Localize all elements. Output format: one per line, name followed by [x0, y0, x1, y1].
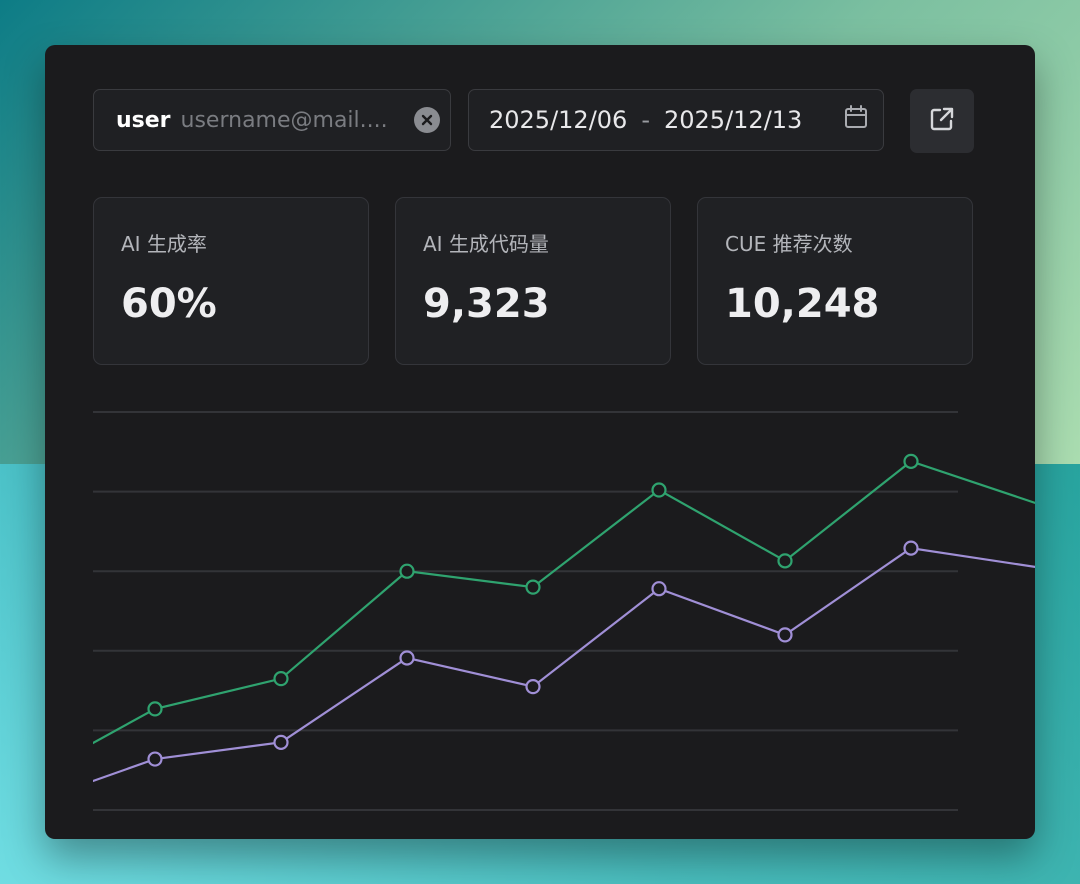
- close-circle-icon[interactable]: [414, 107, 440, 133]
- filter-toolbar: user username@mail.... 2025/12/06 - 2025…: [93, 89, 975, 153]
- calendar-icon[interactable]: [843, 104, 869, 136]
- data-point[interactable]: [651, 581, 667, 597]
- data-point[interactable]: [651, 482, 667, 498]
- date-end[interactable]: 2025/12/13: [664, 106, 802, 134]
- dashboard-panel: user username@mail.... 2025/12/06 - 2025…: [45, 45, 1035, 839]
- metric-value: 60%: [121, 281, 217, 327]
- data-point[interactable]: [903, 540, 919, 556]
- data-point[interactable]: [273, 671, 289, 687]
- user-filter-input[interactable]: user username@mail....: [93, 89, 451, 151]
- metric-card-ai-code: AI 生成代码量 9,323: [395, 197, 671, 365]
- date-range-picker[interactable]: 2025/12/06 - 2025/12/13: [468, 89, 884, 151]
- external-link-icon: [928, 105, 956, 137]
- metric-card-ai-rate: AI 生成率 60%: [93, 197, 369, 365]
- metric-title: AI 生成率: [121, 232, 207, 256]
- data-point[interactable]: [777, 627, 793, 643]
- export-button[interactable]: [910, 89, 974, 153]
- data-point[interactable]: [777, 553, 793, 569]
- metric-title: AI 生成代码量: [423, 232, 549, 256]
- data-point[interactable]: [525, 679, 541, 695]
- data-point[interactable]: [525, 579, 541, 595]
- data-point[interactable]: [273, 734, 289, 750]
- line-chart: [93, 411, 1035, 811]
- date-start[interactable]: 2025/12/06: [489, 106, 627, 134]
- date-separator: -: [641, 106, 650, 134]
- user-filter-label: user: [116, 107, 171, 133]
- data-point[interactable]: [399, 650, 415, 666]
- metric-title: CUE 推荐次数: [725, 232, 853, 256]
- data-point[interactable]: [147, 701, 163, 717]
- data-point[interactable]: [903, 453, 919, 469]
- user-filter-value[interactable]: username@mail....: [181, 108, 414, 133]
- metric-value: 10,248: [725, 281, 880, 327]
- metric-value: 9,323: [423, 281, 550, 327]
- metric-card-cue: CUE 推荐次数 10,248: [697, 197, 973, 365]
- data-point[interactable]: [399, 563, 415, 579]
- data-point[interactable]: [147, 751, 163, 767]
